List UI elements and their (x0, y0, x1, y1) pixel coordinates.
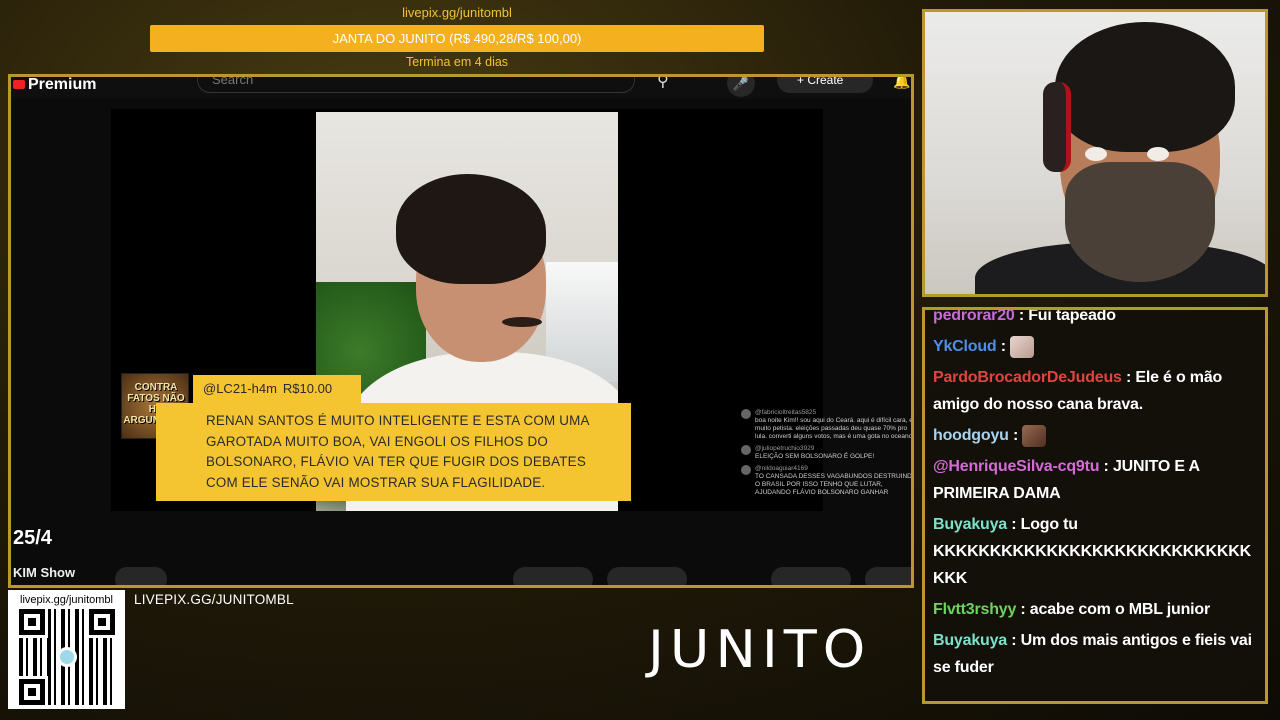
chat-message: Buyakuya : Logo tu KKKKKKKKKKKKKKKKKKKKK… (933, 511, 1261, 592)
chat-separator: : (1007, 516, 1021, 533)
search-icon[interactable]: ⚲ (657, 77, 669, 91)
person-hair (396, 174, 546, 284)
person-mustache (502, 317, 542, 327)
avatar (741, 445, 751, 455)
youtube-logo-text: Premium (28, 77, 97, 93)
date-label: 25/4 (13, 527, 52, 549)
chat-message: Buyakuya : Um dos mais antigos e fieis v… (933, 627, 1261, 681)
streamer-eye (1147, 147, 1169, 161)
donation-amount: R$10.00 (282, 381, 333, 396)
comment-item: @juliopetruchio3929 ELEIÇÃO SEM BOLSONARO… (741, 445, 911, 461)
donation-header: @LC21-h4m R$10.00 (193, 375, 361, 403)
action-pill[interactable] (865, 567, 911, 585)
chat-username[interactable]: Buyakuya (933, 516, 1007, 533)
chat-separator: : (1016, 601, 1030, 618)
comment-text: boa noite Kim!! sou aqui do Ceará. aqui … (755, 417, 913, 440)
goal-progress-bar: JANTA DO JUNITO (R$ 490,28/R$ 100,00) (150, 25, 764, 52)
qr-code-icon (18, 609, 115, 705)
chat-username[interactable]: @HenriqueSilva-cq9tu (933, 458, 1100, 475)
brand-logo: JUNITO (648, 619, 872, 680)
comment-text: TO CANSADA DESSES VAGABUNDOS DESTRUINDO … (755, 473, 914, 496)
bell-icon[interactable]: 🔔 (893, 77, 910, 90)
action-pill[interactable] (607, 567, 687, 585)
youtube-play-icon (13, 80, 25, 89)
chat-message: pedrorar20 : Fui tapeado (933, 307, 1261, 329)
chat-panel: pedrorar20 : Fui tapeado YkCloud : PardoB… (922, 307, 1268, 704)
comment-user: @nildoaguiar4169 (755, 465, 808, 472)
chat-message: PardoBrocadorDeJudeus : Ele é o mão amig… (933, 364, 1261, 418)
qr-box: livepix.gg/junitombl (8, 590, 125, 709)
chat-username[interactable]: hoodgoyu (933, 427, 1009, 444)
chat-separator: : (1007, 632, 1021, 649)
streamer-hair (1055, 22, 1235, 152)
youtube-logo[interactable]: Premium (13, 77, 96, 94)
mic-icon[interactable]: 🎤 (727, 77, 755, 97)
comment-item: @fabricioltreitas5825 boa noite Kim!! sou… (741, 409, 913, 441)
goal-title: JANTA DO JUNITO (R$ 490,28/R$ 100,00) (332, 31, 582, 46)
chat-list: pedrorar20 : Fui tapeado YkCloud : PardoB… (933, 307, 1261, 685)
chat-text: acabe com o MBL junior (1029, 601, 1211, 618)
chat-username[interactable]: Buyakuya (933, 632, 1007, 649)
chat-separator: : (1121, 369, 1136, 386)
cat-emote-icon (1010, 335, 1035, 358)
chat-separator: : (1014, 307, 1029, 324)
search-input[interactable]: Search (197, 77, 635, 93)
face-emote-icon (1022, 424, 1047, 447)
action-pill[interactable] (115, 567, 167, 585)
action-pill[interactable] (771, 567, 851, 585)
create-button[interactable]: + Create (777, 77, 873, 93)
avatar (741, 465, 751, 475)
bottom-url: LIVEPIX.GG/JUNITOMBL (134, 592, 294, 607)
comment-text: ELEIÇÃO SEM BOLSONARO É GOLPE! (755, 453, 875, 460)
action-pill[interactable] (513, 567, 593, 585)
chat-separator: : (996, 338, 1011, 355)
video-comments-overlay: @fabricioltreitas5825 boa noite Kim!! sou… (741, 409, 914, 501)
chat-message: Flvtt3rshyy : acabe com o MBL junior (933, 596, 1261, 623)
chat-separator: : (1008, 427, 1023, 444)
streamer-beard (1065, 162, 1215, 282)
avatar (741, 409, 751, 419)
chat-username[interactable]: YkCloud (933, 338, 997, 355)
chat-message: YkCloud : (933, 333, 1261, 360)
chat-separator: : (1099, 458, 1113, 475)
headphones-icon (1043, 82, 1071, 172)
goal-ends: Termina em 4 dias (405, 55, 509, 69)
screen-share: Premium Search ⚲ 🎤 + Create 🔔 @fabriciol… (8, 74, 914, 588)
comment-user: @juliopetruchio3929 (755, 445, 815, 452)
donation-message: RENAN SANTOS É MUITO INTELIGENTE E ESTA … (156, 403, 631, 501)
comment-item: @nildoaguiar4169 TO CANSADA DESSES VAGABU… (741, 465, 914, 497)
goal-url: livepix.gg/junitombl (402, 5, 512, 20)
streamer-eye (1085, 147, 1107, 161)
youtube-header: Premium Search ⚲ 🎤 + Create 🔔 (11, 77, 911, 99)
chat-username[interactable]: PardoBrocadorDeJudeus (933, 369, 1122, 386)
donation-user: @LC21-h4m (203, 381, 277, 396)
comment-user: @fabricioltreitas5825 (755, 409, 817, 416)
chat-username[interactable]: pedrorar20 (933, 310, 1015, 324)
chat-text: Fui tapeado (1028, 307, 1116, 324)
streamer-webcam (922, 9, 1268, 297)
chat-message: hoodgoyu : (933, 422, 1261, 449)
channel-name[interactable]: KIM Show (13, 565, 75, 580)
qr-url: livepix.gg/junitombl (20, 594, 113, 606)
chat-username[interactable]: Flvtt3rshyy (933, 601, 1016, 618)
chat-message: @HenriqueSilva-cq9tu : JUNITO E A PRIMEI… (933, 453, 1261, 507)
